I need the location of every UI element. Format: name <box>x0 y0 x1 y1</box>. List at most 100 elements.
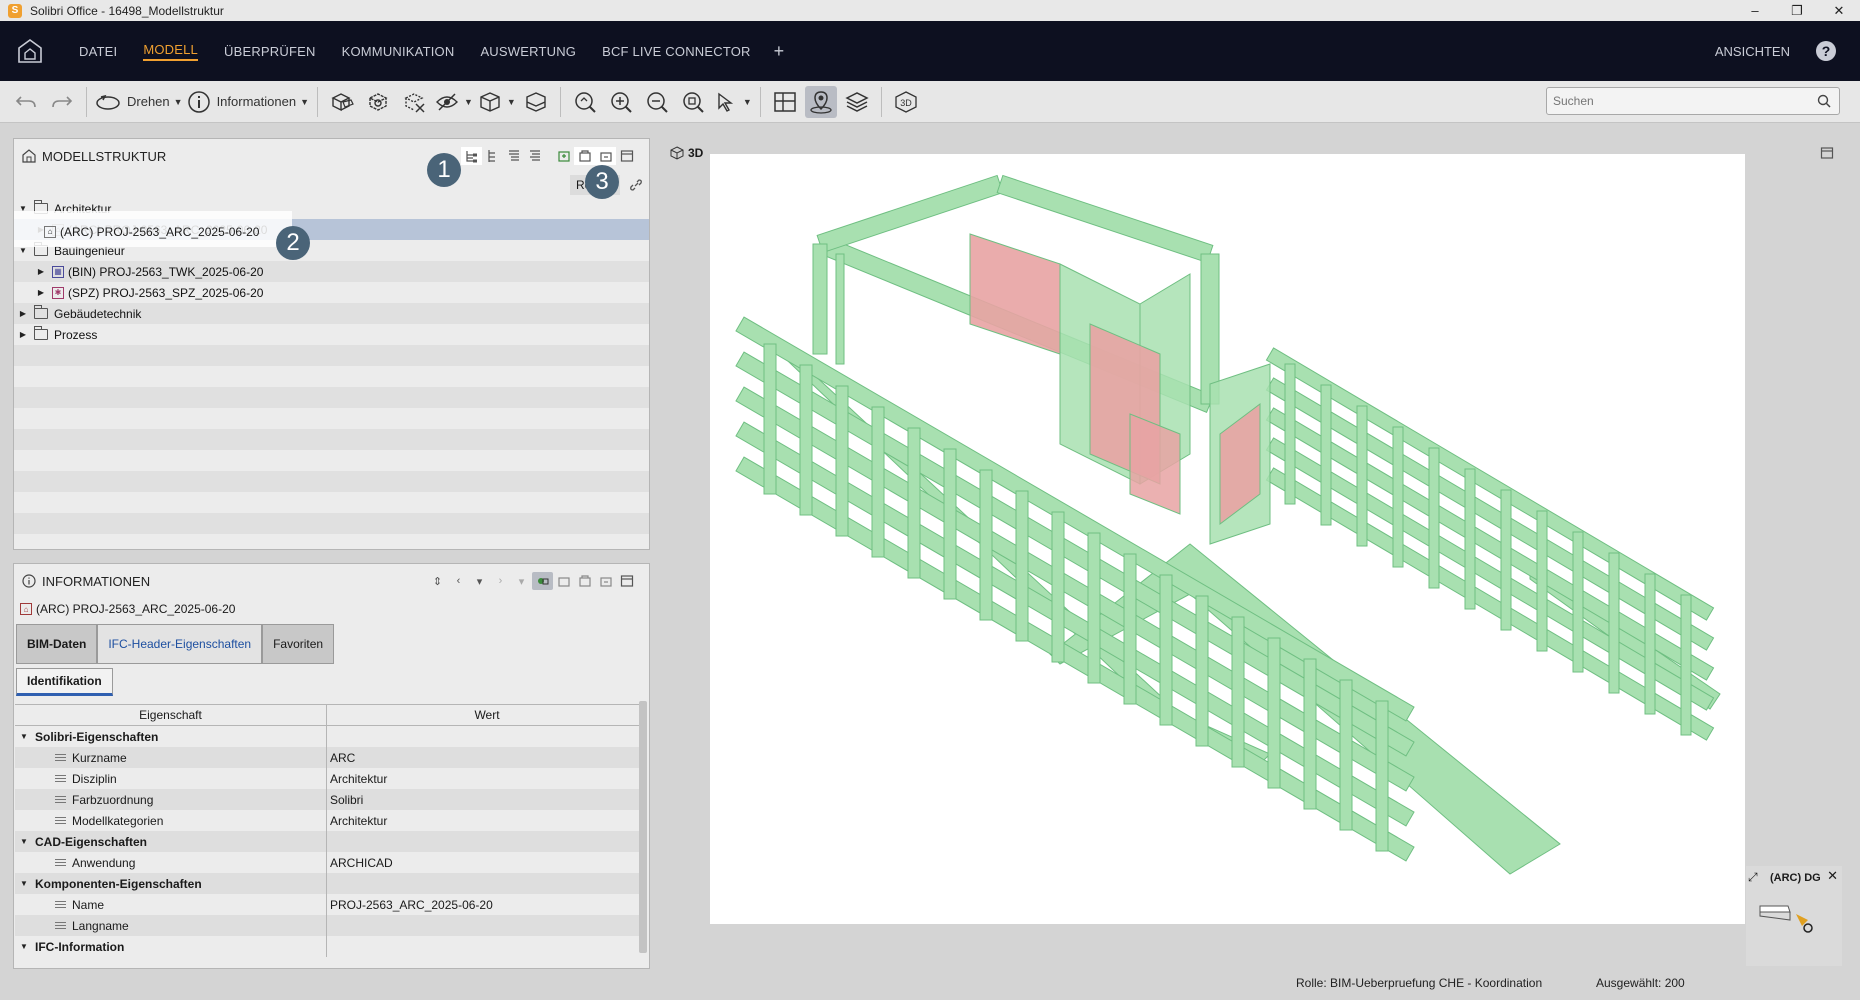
undo-button[interactable] <box>10 86 42 118</box>
collapse-all-icon[interactable] <box>524 147 545 165</box>
property-row[interactable]: Langname <box>15 915 647 936</box>
sync-selection-icon[interactable] <box>532 572 553 590</box>
toolbar-separator <box>316 86 318 117</box>
menu-ansichten[interactable]: ANSICHTEN <box>1715 44 1790 59</box>
remove-model-icon[interactable] <box>595 147 616 165</box>
facade-column <box>1123 553 1137 705</box>
isolate-button[interactable] <box>362 86 394 118</box>
tab-bim-daten[interactable]: BIM-Daten <box>16 624 98 664</box>
property-row[interactable]: Modellkategorien Architektur <box>15 810 647 831</box>
add-favorite-icon[interactable] <box>553 572 574 590</box>
tab-favoriten[interactable]: Favoriten <box>262 624 335 664</box>
section-box-button[interactable] <box>520 86 552 118</box>
3d-viewport[interactable] <box>710 154 1745 924</box>
toolbar-separator <box>880 86 882 117</box>
tree-view-icon[interactable] <box>461 147 482 165</box>
property-group-row[interactable]: ▼ CAD-Eigenschaften <box>15 831 647 852</box>
column-eigenschaft[interactable]: Eigenschaft <box>15 705 327 725</box>
menu-bcf-live-connector[interactable]: BCF LIVE CONNECTOR <box>602 44 751 59</box>
forward-dropdown-icon[interactable]: ▾ <box>511 572 532 590</box>
copy-icon[interactable] <box>574 572 595 590</box>
viewport-layout-icon[interactable] <box>1820 146 1834 163</box>
help-icon[interactable]: ? <box>1816 41 1836 61</box>
hierarchy-icon[interactable] <box>482 147 503 165</box>
sort-icon[interactable]: ⇕ <box>427 572 448 590</box>
search-input[interactable] <box>1553 94 1803 108</box>
tree-model-bin[interactable]: ▶ ▦ (BIN) PROJ-2563_TWK_2025-06-20 <box>14 261 649 282</box>
property-group-row[interactable]: ▼ Solibri-Eigenschaften <box>15 726 647 747</box>
export-icon[interactable] <box>595 572 616 590</box>
layers-button[interactable] <box>841 86 873 118</box>
show-all-button[interactable] <box>326 86 358 118</box>
column-wert[interactable]: Wert <box>327 705 647 725</box>
tree-folder-gebaeudetechnik[interactable]: ▶ Gebäudetechnik <box>14 303 649 324</box>
subtab-identifikation[interactable]: Identifikation <box>16 668 113 696</box>
menu-ueberpruefen[interactable]: ÜBERPRÜFEN <box>224 44 316 59</box>
expanded-triangle-icon[interactable]: ▼ <box>19 837 29 846</box>
tree-empty-row <box>14 345 649 366</box>
information-dropdown[interactable]: Informationen ▼ <box>187 86 309 118</box>
building-model[interactable] <box>710 154 1745 924</box>
collapsed-triangle-icon[interactable]: ▶ <box>18 309 28 318</box>
facade-beam <box>996 174 1214 264</box>
menu-kommunikation[interactable]: KOMMUNIKATION <box>342 44 455 59</box>
add-model-icon[interactable] <box>553 147 574 165</box>
menu-auswertung[interactable]: AUSWERTUNG <box>480 44 576 59</box>
minimize-button[interactable]: – <box>1734 0 1776 21</box>
panel-layout-icon[interactable] <box>616 572 637 590</box>
close-icon[interactable]: ✕ <box>1827 868 1838 884</box>
expand-icon[interactable]: ⤢ <box>1748 870 1758 885</box>
property-row[interactable]: Anwendung ARCHICAD <box>15 852 647 873</box>
collapsed-triangle-icon[interactable]: ▶ <box>18 330 28 339</box>
history-dropdown-icon[interactable]: ▾ <box>469 572 490 590</box>
link-icon[interactable] <box>628 177 644 196</box>
properties-scrollbar[interactable] <box>639 701 647 953</box>
search-icon[interactable] <box>1817 94 1831 108</box>
expanded-triangle-icon[interactable]: ▼ <box>19 879 29 888</box>
property-value <box>327 831 647 852</box>
location-button[interactable] <box>804 85 837 118</box>
forward-arrow-icon[interactable]: › <box>490 572 511 590</box>
tree-folder-prozess[interactable]: ▶ Prozess <box>14 324 649 345</box>
zoom-fit-button[interactable] <box>569 86 601 118</box>
collapsed-triangle-icon[interactable]: ▶ <box>36 267 46 276</box>
property-row[interactable]: Disziplin Architektur <box>15 768 647 789</box>
menu-modell[interactable]: MODELL <box>143 42 198 61</box>
property-group-row[interactable]: ▼ Komponenten-Eigenschaften <box>15 873 647 894</box>
visibility-dropdown[interactable]: ▼ <box>434 86 473 118</box>
cube-view-dropdown[interactable]: ▼ <box>477 86 516 118</box>
tree-model-spz[interactable]: ▶ ✱ (SPZ) PROJ-2563_SPZ_2025-06-20 <box>14 282 649 303</box>
tree-label: Prozess <box>54 327 98 342</box>
zoom-in-button[interactable] <box>605 86 637 118</box>
property-group-row[interactable]: ▼ IFC-Information <box>15 936 647 957</box>
update-model-icon[interactable] <box>574 147 595 165</box>
close-window-button[interactable]: ✕ <box>1818 0 1860 21</box>
facade-column <box>812 243 828 355</box>
zoom-selection-button[interactable] <box>677 86 709 118</box>
restore-button[interactable]: ❐ <box>1776 0 1818 21</box>
property-row[interactable]: Name PROJ-2563_ARC_2025-06-20 <box>15 894 647 915</box>
expanded-triangle-icon[interactable]: ▼ <box>18 246 28 255</box>
zoom-out-button[interactable] <box>641 86 673 118</box>
rotate-dropdown[interactable]: Drehen ▼ <box>95 86 183 118</box>
expanded-triangle-icon[interactable]: ▼ <box>19 732 29 741</box>
info-icon <box>187 90 210 113</box>
search-box[interactable] <box>1546 87 1840 115</box>
redo-button[interactable] <box>46 86 78 118</box>
floor-plan-button[interactable] <box>769 86 801 118</box>
select-tool-dropdown[interactable]: ▼ <box>713 86 752 118</box>
property-row[interactable]: Farbzuordnung Solibri <box>15 789 647 810</box>
hide-button[interactable] <box>398 86 430 118</box>
panel-layout-icon[interactable] <box>616 147 637 165</box>
3d-view-button[interactable]: 3D <box>890 86 922 118</box>
expand-all-icon[interactable] <box>503 147 524 165</box>
property-row[interactable]: Kurzname ARC <box>15 747 647 768</box>
expanded-triangle-icon[interactable]: ▼ <box>19 942 29 951</box>
property-icon <box>55 754 66 761</box>
back-arrow-icon[interactable]: ‹ <box>448 572 469 590</box>
add-tab-button[interactable]: + <box>774 41 785 62</box>
menu-datei[interactable]: DATEI <box>79 44 117 59</box>
collapsed-triangle-icon[interactable]: ▶ <box>36 288 46 297</box>
home-icon[interactable] <box>14 35 46 67</box>
tab-ifc-header[interactable]: IFC-Header-Eigenschaften <box>97 624 263 664</box>
